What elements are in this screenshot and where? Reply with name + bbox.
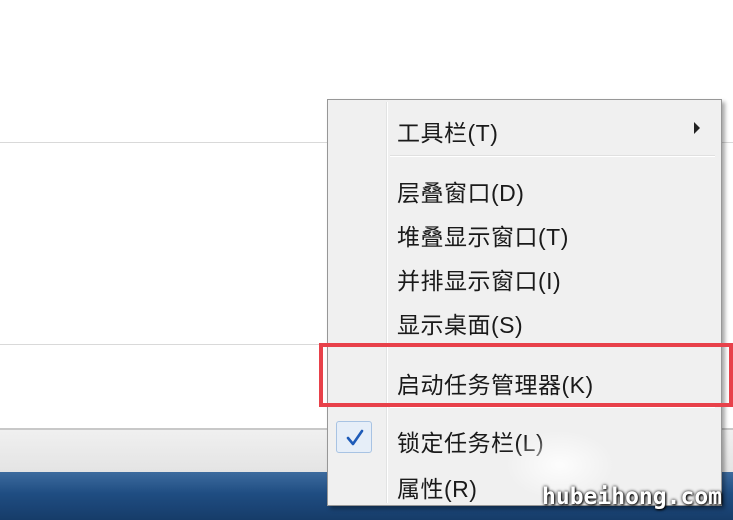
menu-item-label: 并排显示窗口(I) [397,268,562,294]
menu-separator [390,345,715,347]
chevron-right-icon [694,122,700,134]
menu-item-label: 层叠窗口(D) [397,180,525,206]
menu-item-label: 显示桌面(S) [397,312,524,338]
menu-separator [390,155,715,157]
menu-item-label: 启动任务管理器(K) [397,372,594,398]
menu-item-toolbars[interactable]: 工具栏(T) [331,106,718,146]
watermark-text: hubeihong.com [542,484,723,510]
taskbar-context-menu: 工具栏(T) 层叠窗口(D) 堆叠显示窗口(T) 并排显示窗口(I) 显示桌面(… [327,99,722,506]
menu-item-show-desktop[interactable]: 显示桌面(S) [331,298,718,338]
menu-item-side-by-side[interactable]: 并排显示窗口(I) [331,254,718,294]
check-indicator [336,421,372,453]
menu-item-label: 属性(R) [397,476,478,502]
checkmark-icon [346,429,364,446]
menu-separator [390,406,715,408]
menu-item-stack-windows[interactable]: 堆叠显示窗口(T) [331,210,718,250]
menu-item-label: 堆叠显示窗口(T) [397,224,569,250]
menu-item-label: 工具栏(T) [397,120,499,146]
menu-item-label: 锁定任务栏(L) [397,430,545,456]
menu-item-task-manager[interactable]: 启动任务管理器(K) [331,358,718,398]
menu-item-lock-taskbar[interactable]: 锁定任务栏(L) [331,416,718,456]
menu-item-cascade-windows[interactable]: 层叠窗口(D) [331,166,718,206]
